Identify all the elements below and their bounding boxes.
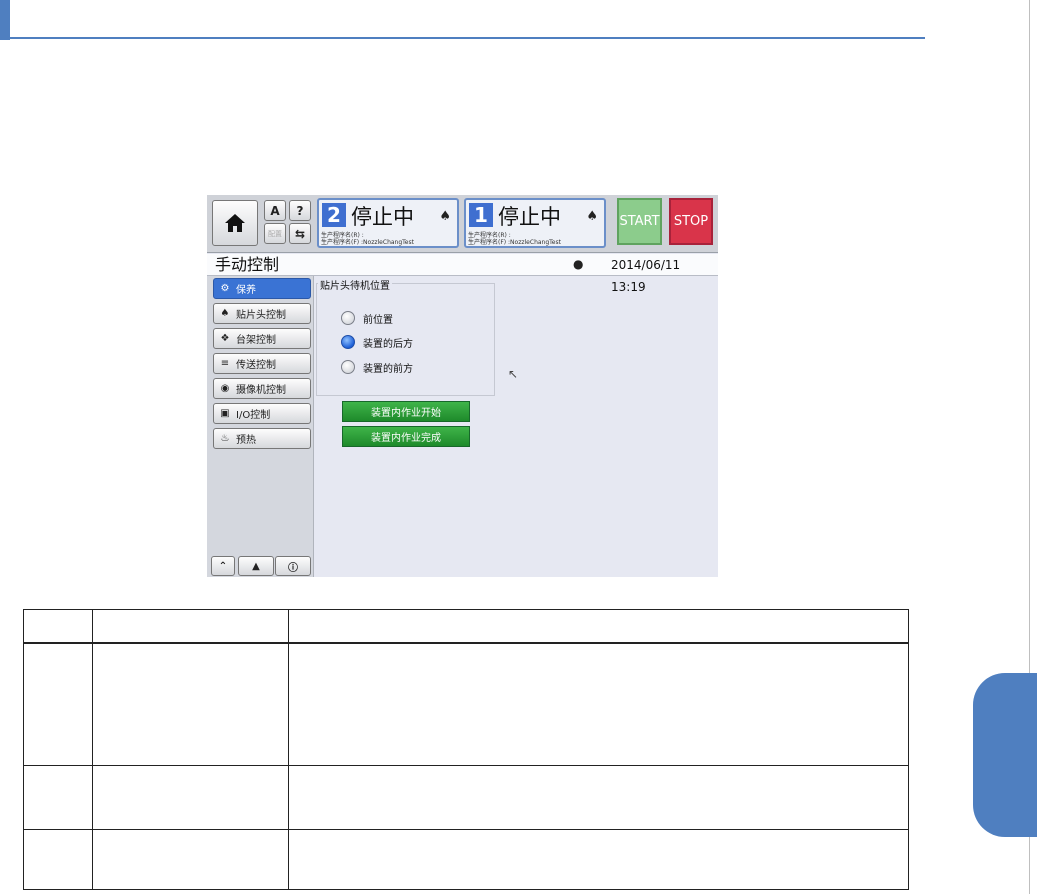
table-row-rule bbox=[24, 829, 908, 830]
line-number: 2 bbox=[322, 203, 346, 227]
chapter-tab bbox=[973, 673, 1037, 837]
scroll-up-button[interactable]: ⌃ bbox=[211, 556, 235, 576]
sidebar-item-head-control[interactable]: ♠ 贴片头控制 bbox=[213, 303, 311, 324]
language-button[interactable]: A bbox=[264, 200, 286, 221]
start-button[interactable]: START bbox=[617, 198, 662, 245]
top-toolbar: A ? 配置 ⇆ 2 停止中 ♠ 生产程序名(R) : 生产程序名(F) :No… bbox=[207, 195, 718, 253]
line-number: 1 bbox=[469, 203, 493, 227]
sidebar-item-maintenance[interactable]: ⚙ 保养 bbox=[213, 278, 311, 299]
finish-internal-work-button[interactable]: 装置内作业完成 bbox=[342, 426, 470, 447]
conveyor-icon: ≡ bbox=[220, 358, 230, 369]
user-icon[interactable]: ● bbox=[573, 257, 583, 271]
head-status-icon: ♠ bbox=[439, 209, 451, 224]
option-device-front[interactable]: 装置的前方 bbox=[341, 359, 413, 375]
maintenance-icon: ⚙ bbox=[220, 283, 230, 294]
head-status-icon: ♠ bbox=[586, 209, 598, 224]
help-button[interactable]: ? bbox=[289, 200, 311, 221]
description-table bbox=[23, 609, 909, 890]
datetime: 2014/06/11 13:19 bbox=[611, 258, 681, 294]
sidebar-item-gantry-control[interactable]: ❖ 台架控制 bbox=[213, 328, 311, 349]
table-row-rule bbox=[24, 765, 908, 766]
group-label: 贴片头待机位置 bbox=[318, 277, 392, 292]
info-icon: ⓘ bbox=[288, 562, 298, 574]
line-1-status-panel[interactable]: 1 停止中 ♠ 生产程序名(R) : 生产程序名(F) :NozzleChang… bbox=[464, 198, 606, 248]
warning-icon: ▲ bbox=[252, 560, 260, 572]
info-button[interactable]: ⓘ bbox=[275, 556, 311, 576]
radio-button-selected[interactable] bbox=[341, 335, 355, 349]
page-header-accent bbox=[0, 0, 10, 40]
option-front-position[interactable]: 前位置 bbox=[341, 310, 393, 326]
io-icon: ▣ bbox=[220, 408, 230, 419]
sidebar: ⚙ 保养 ♠ 贴片头控制 ❖ 台架控制 ≡ 传送控制 ◉ 摄像机控制 ▣ I/O控制 ♨ 预热… bbox=[207, 276, 314, 577]
alarm-button[interactable]: ▲ bbox=[238, 556, 274, 576]
table-column-rule bbox=[92, 610, 93, 889]
head-icon: ♠ bbox=[220, 308, 230, 319]
gantry-icon: ❖ bbox=[220, 333, 230, 344]
program-info: 生产程序名(R) : 生产程序名(F) :NozzleChangTest bbox=[321, 232, 414, 246]
chevron-up-icon: ⌃ bbox=[218, 560, 228, 572]
table-header-rule bbox=[24, 642, 908, 644]
mouse-cursor-icon: ↖ bbox=[508, 367, 519, 381]
sidebar-item-camera-control[interactable]: ◉ 摄像机控制 bbox=[213, 378, 311, 399]
camera-icon: ◉ bbox=[220, 383, 230, 394]
sidebar-item-preheat[interactable]: ♨ 预热 bbox=[213, 428, 311, 449]
radio-button[interactable] bbox=[341, 311, 355, 325]
program-info: 生产程序名(R) : 生产程序名(F) :NozzleChangTest bbox=[468, 232, 561, 246]
machine-ui-screenshot: A ? 配置 ⇆ 2 停止中 ♠ 生产程序名(R) : 生产程序名(F) :No… bbox=[207, 195, 718, 577]
title-row: 手动控制 ● 2014/06/11 13:19 bbox=[207, 254, 718, 294]
line-status-text: 停止中 bbox=[498, 205, 561, 229]
start-internal-work-button[interactable]: 装置内作业开始 bbox=[342, 401, 470, 422]
page-header-rule bbox=[10, 37, 925, 39]
sidebar-item-conveyor-control[interactable]: ≡ 传送控制 bbox=[213, 353, 311, 374]
sidebar-item-io-control[interactable]: ▣ I/O控制 bbox=[213, 403, 311, 424]
stop-button[interactable]: STOP bbox=[669, 198, 713, 245]
line-status-text: 停止中 bbox=[351, 205, 414, 229]
line-2-status-panel[interactable]: 2 停止中 ♠ 生产程序名(R) : 生产程序名(F) :NozzleChang… bbox=[317, 198, 459, 248]
preheat-icon: ♨ bbox=[220, 433, 230, 444]
transfer-button[interactable]: ⇆ bbox=[289, 223, 311, 244]
setup-button[interactable]: 配置 bbox=[264, 223, 286, 244]
home-icon bbox=[225, 214, 245, 232]
option-device-rear[interactable]: 装置的后方 bbox=[341, 334, 413, 350]
table-column-rule bbox=[288, 610, 289, 889]
screen-title: 手动控制 bbox=[215, 255, 280, 274]
radio-button[interactable] bbox=[341, 360, 355, 374]
home-button[interactable] bbox=[212, 200, 258, 246]
